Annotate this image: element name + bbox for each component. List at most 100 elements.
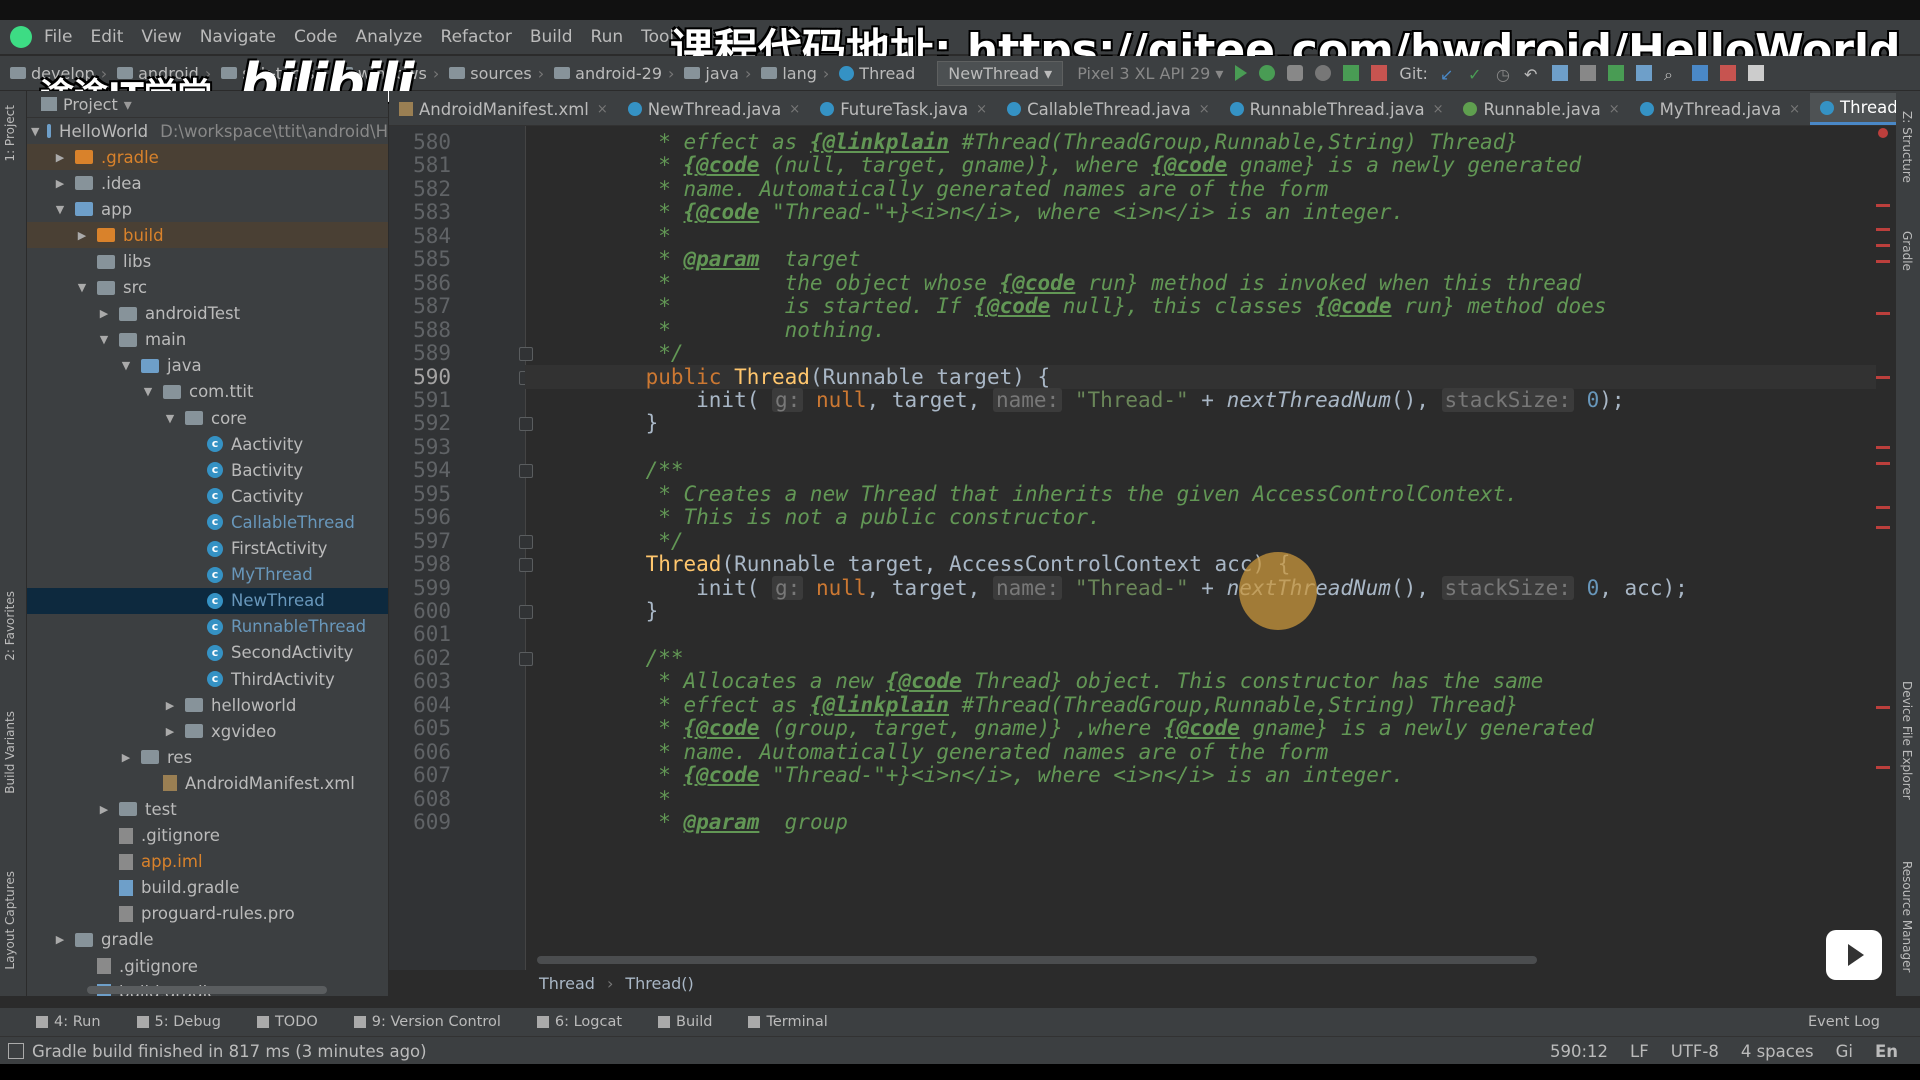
fold-marker-icon[interactable] (519, 417, 533, 432)
code-line[interactable]: init( g: null, target, name: "Thread-" +… (595, 387, 1625, 412)
file-encoding[interactable]: UTF-8 (1671, 1042, 1719, 1061)
code-line[interactable]: * is started. If {@code null}, this clas… (595, 294, 1606, 318)
code-line[interactable]: Thread(Runnable target, AccessControlCon… (595, 552, 1291, 576)
settings-icon[interactable] (1747, 65, 1764, 81)
breadcrumb-item[interactable]: java › (684, 64, 751, 83)
code-line[interactable]: } (595, 599, 659, 623)
layout-captures-tool-button[interactable]: Layout Captures (3, 871, 17, 970)
tool-window-button[interactable]: Build (658, 1014, 712, 1030)
sync-gradle-icon[interactable] (1579, 65, 1596, 81)
fold-marker-icon[interactable] (519, 605, 533, 619)
close-icon[interactable]: × (597, 102, 608, 117)
editor-tab[interactable]: RunnableThread.java × (1220, 93, 1454, 125)
collapse-arrow-icon[interactable]: ▼ (97, 333, 111, 346)
project-tree-item[interactable]: c CallableThread (27, 509, 388, 535)
error-marker[interactable] (1876, 376, 1890, 379)
editor-horizontal-scrollbar[interactable] (537, 956, 1537, 964)
code-line[interactable]: * This is not a public constructor. (595, 505, 1101, 529)
error-indicator-icon[interactable] (1878, 128, 1888, 138)
error-marker[interactable] (1876, 526, 1890, 529)
project-tree-item[interactable]: ▼ src (27, 275, 388, 301)
menu-item[interactable]: Analyze (356, 27, 423, 47)
tool-window-button[interactable]: Terminal (748, 1014, 828, 1030)
collapse-arrow-icon[interactable]: ▼ (75, 281, 89, 294)
code-line[interactable]: /** (595, 458, 684, 482)
code-line[interactable]: * @param group (595, 810, 848, 834)
code-editor[interactable]: 580 581 582 583 584 585 586 587 588 589 590 591 592 5… (389, 126, 1889, 970)
project-tree-item[interactable]: ▼ app (27, 196, 388, 222)
git-history-icon[interactable]: ◷ (1496, 65, 1512, 84)
breadcrumb-item[interactable]: Thread (839, 64, 915, 83)
code-line[interactable]: * effect as {@linkplain #Thread(ThreadGr… (595, 693, 1518, 717)
favorites-tool-button[interactable]: 2: Favorites (3, 591, 17, 661)
project-tree-item[interactable]: ▶ xgvideo (27, 718, 388, 744)
expand-arrow-icon[interactable]: ▶ (53, 177, 67, 190)
project-tree-item[interactable]: c SecondActivity (27, 640, 388, 666)
code-line[interactable]: * Creates a new Thread that inherits the… (595, 482, 1518, 506)
project-horizontal-scrollbar[interactable] (87, 986, 327, 994)
fold-marker-icon[interactable] (519, 534, 533, 549)
tool-window-button[interactable]: 6: Logcat (536, 1014, 622, 1030)
git-commit-icon[interactable]: ✓ (1468, 65, 1484, 84)
menu-item[interactable]: Run (591, 27, 624, 47)
project-tool-button[interactable]: 1: Project (3, 105, 17, 162)
status-toggle-icon[interactable] (8, 1043, 24, 1059)
menu-item[interactable]: Build (530, 27, 573, 47)
code-line[interactable]: * the object whose {@code run} method is… (595, 271, 1581, 295)
error-marker[interactable] (1876, 446, 1890, 449)
editor-breadcrumb-method[interactable]: Thread() (625, 974, 693, 993)
tree-root[interactable]: ▼ HelloWorld D:\workspace\ttit\android\H (27, 118, 388, 144)
project-tree-item[interactable]: ▶ res (27, 744, 388, 770)
project-tree-item[interactable]: c RunnableThread (27, 614, 388, 640)
git-branch[interactable]: Gi (1836, 1042, 1853, 1061)
project-tree-item[interactable]: AndroidManifest.xml (27, 770, 388, 796)
stop-icon[interactable] (1371, 65, 1388, 81)
close-icon[interactable]: × (789, 102, 800, 117)
plugin-icon[interactable] (1719, 65, 1736, 81)
menu-item[interactable]: File (44, 27, 72, 47)
editor-tab[interactable]: FutureTask.java × (810, 93, 997, 125)
close-icon[interactable]: × (1609, 102, 1620, 117)
close-icon[interactable]: × (1199, 102, 1210, 117)
fold-marker-icon[interactable] (519, 558, 533, 573)
editor-tab[interactable]: CallableThread.java × (997, 93, 1220, 125)
project-tree-item[interactable]: c NewThread (27, 587, 388, 614)
tool-window-button[interactable]: 9: Version Control (353, 1014, 501, 1030)
project-tree-item[interactable]: ▶ .idea (27, 170, 388, 196)
code-line[interactable]: } (595, 411, 659, 435)
error-marker[interactable] (1876, 766, 1890, 769)
error-stripe[interactable] (1876, 126, 1890, 970)
project-tree-item[interactable]: c Aactivity (27, 431, 388, 457)
code-line[interactable]: * {@code (group, target, gname)} ,where … (595, 716, 1594, 740)
tool-window-button[interactable]: 5: Debug (136, 1014, 221, 1030)
fold-marker-icon[interactable] (519, 347, 533, 362)
close-icon[interactable]: × (1789, 102, 1800, 117)
code-line[interactable]: */ (595, 529, 683, 553)
project-tree-item[interactable]: build.gradle (27, 875, 388, 901)
error-marker[interactable] (1876, 312, 1890, 315)
expand-arrow-icon[interactable]: ▶ (53, 933, 67, 946)
code-line[interactable]: * (595, 224, 671, 248)
structure-tool-button[interactable]: Z: Structure (1900, 111, 1914, 183)
project-tree-item[interactable]: c ThirdActivity (27, 666, 388, 692)
project-tree-item[interactable]: ▶ gradle (27, 927, 388, 953)
close-icon[interactable]: × (976, 102, 987, 117)
indent-setting[interactable]: 4 spaces (1741, 1042, 1814, 1061)
profile-icon[interactable] (1287, 65, 1304, 81)
code-line[interactable]: * Allocates a new {@code Thread} object.… (595, 669, 1543, 693)
code-line[interactable]: * {@code (null, target, gname)}, where {… (595, 153, 1581, 177)
project-tree-item[interactable]: ▶ helloworld (27, 692, 388, 718)
device-file-explorer-tool-button[interactable]: Device File Explorer (1900, 681, 1914, 800)
event-log-button[interactable]: Event Log (1808, 1014, 1880, 1030)
project-tree-item[interactable]: ▶ test (27, 796, 388, 822)
expand-arrow-icon[interactable]: ▶ (97, 307, 111, 320)
code-line[interactable]: * {@code "Thread-"+}<i>n</i>, where <i>n… (595, 763, 1404, 787)
code-line[interactable]: * effect as {@linkplain #Thread(ThreadGr… (595, 130, 1518, 154)
collapse-arrow-icon[interactable]: ▼ (53, 203, 67, 216)
collapse-arrow-icon[interactable]: ▼ (119, 359, 133, 372)
run-icon[interactable] (1235, 65, 1248, 81)
translate-icon[interactable] (1691, 65, 1708, 81)
error-marker[interactable] (1876, 204, 1890, 207)
code-line[interactable]: * name. Automatically generated names ar… (595, 740, 1328, 764)
error-marker[interactable] (1876, 506, 1890, 509)
